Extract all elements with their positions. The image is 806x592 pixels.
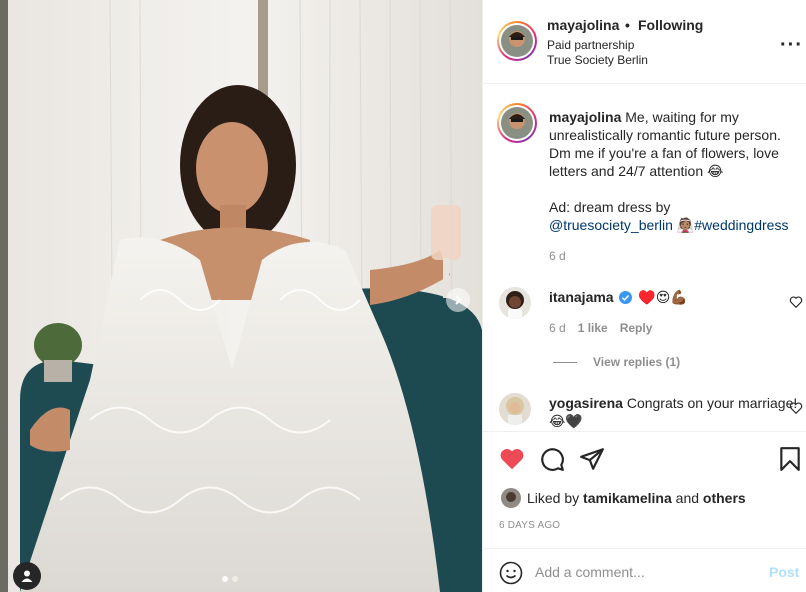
avatar-image (501, 25, 533, 57)
paid-partnership-label[interactable]: Paid partnership (547, 38, 634, 52)
caption: mayajolina Me, waiting for my unrealisti… (549, 108, 801, 234)
comment: yogasirena Congrats on your marriage! 😂🖤 (549, 394, 801, 430)
next-slide-button[interactable] (446, 288, 470, 312)
comment-time[interactable]: 6 d (549, 321, 566, 335)
comment-username[interactable]: itanajama (549, 289, 614, 305)
comment-avatar[interactable] (499, 393, 531, 425)
caption-username[interactable]: mayajolina (549, 109, 621, 125)
view-replies-label: View replies (1) (593, 355, 681, 369)
author-avatar[interactable] (497, 21, 537, 61)
comment-text: ♥️😍💪🏾 (638, 289, 688, 305)
caption-ad-prefix: Ad: dream dress by (549, 199, 671, 215)
liked-by-and: and (675, 490, 700, 506)
add-comment-bar: Post (483, 548, 806, 592)
caption-emoji: 👰🏽 (676, 217, 695, 233)
liked-by-text: Liked by tamikamelina and others (527, 490, 746, 506)
tagged-users-button[interactable] (13, 562, 41, 590)
following-button[interactable]: Following (638, 17, 703, 33)
post-comment-button[interactable]: Post (769, 564, 799, 580)
carousel-dot (232, 576, 238, 582)
comments-section: mayajolina Me, waiting for my unrealisti… (483, 85, 806, 431)
person-icon (21, 570, 33, 582)
replies-divider (553, 362, 577, 364)
reply-button[interactable]: Reply (620, 321, 653, 335)
post-actions: Liked by tamikamelina and others 6 DAYS … (483, 431, 806, 549)
carousel-dot-active (222, 576, 228, 582)
mention-link[interactable]: @truesociety_berlin (549, 217, 673, 233)
view-replies-button[interactable]: View replies (1) (553, 355, 680, 369)
hashtag-link[interactable]: #weddingdress (694, 217, 788, 233)
liked-by-avatar[interactable] (501, 488, 521, 508)
comment-icon[interactable] (539, 446, 565, 472)
instagram-post: mayajolina • Following Paid partnership … (0, 0, 806, 592)
post-header: mayajolina • Following Paid partnership … (483, 0, 806, 84)
emoji-icon[interactable] (499, 561, 523, 585)
comment-username[interactable]: yogasirena (549, 395, 623, 411)
chevron-right-icon (455, 295, 462, 305)
post-photo[interactable] (0, 0, 482, 592)
add-comment-input[interactable] (535, 561, 755, 583)
author-username[interactable]: mayajolina (547, 17, 619, 33)
avatar-image (499, 287, 531, 319)
verified-badge-icon (619, 291, 633, 304)
heart-outline-icon[interactable] (789, 401, 803, 415)
caption-time[interactable]: 6 d (549, 249, 566, 263)
comment-meta: 6 d 1 like Reply (549, 321, 652, 335)
liked-by-user[interactable]: tamikamelina (583, 490, 672, 506)
share-icon[interactable] (579, 446, 605, 472)
like-heart-icon[interactable] (499, 446, 525, 472)
bookmark-icon[interactable] (777, 446, 803, 472)
comment: itanajama ♥️😍💪🏾 (549, 288, 801, 306)
carousel-indicator (222, 576, 238, 582)
liked-by-others[interactable]: others (703, 490, 746, 506)
avatar-image (501, 488, 521, 508)
caption-avatar[interactable] (497, 103, 537, 143)
comment-avatar[interactable] (499, 287, 531, 319)
post-side-panel: mayajolina • Following Paid partnership … (482, 0, 806, 592)
comment-like-count[interactable]: 1 like (578, 321, 608, 335)
heart-outline-icon[interactable] (789, 295, 803, 309)
post-timestamp[interactable]: 6 DAYS AGO (499, 520, 560, 531)
liked-by-prefix: Liked by (527, 490, 580, 506)
avatar-image (499, 393, 531, 425)
more-options-icon[interactable]: ··· (780, 34, 803, 57)
brand-link[interactable]: True Society Berlin (547, 53, 648, 67)
bride-photo (0, 0, 482, 592)
avatar-image (501, 107, 533, 139)
header-separator: • (625, 17, 630, 33)
